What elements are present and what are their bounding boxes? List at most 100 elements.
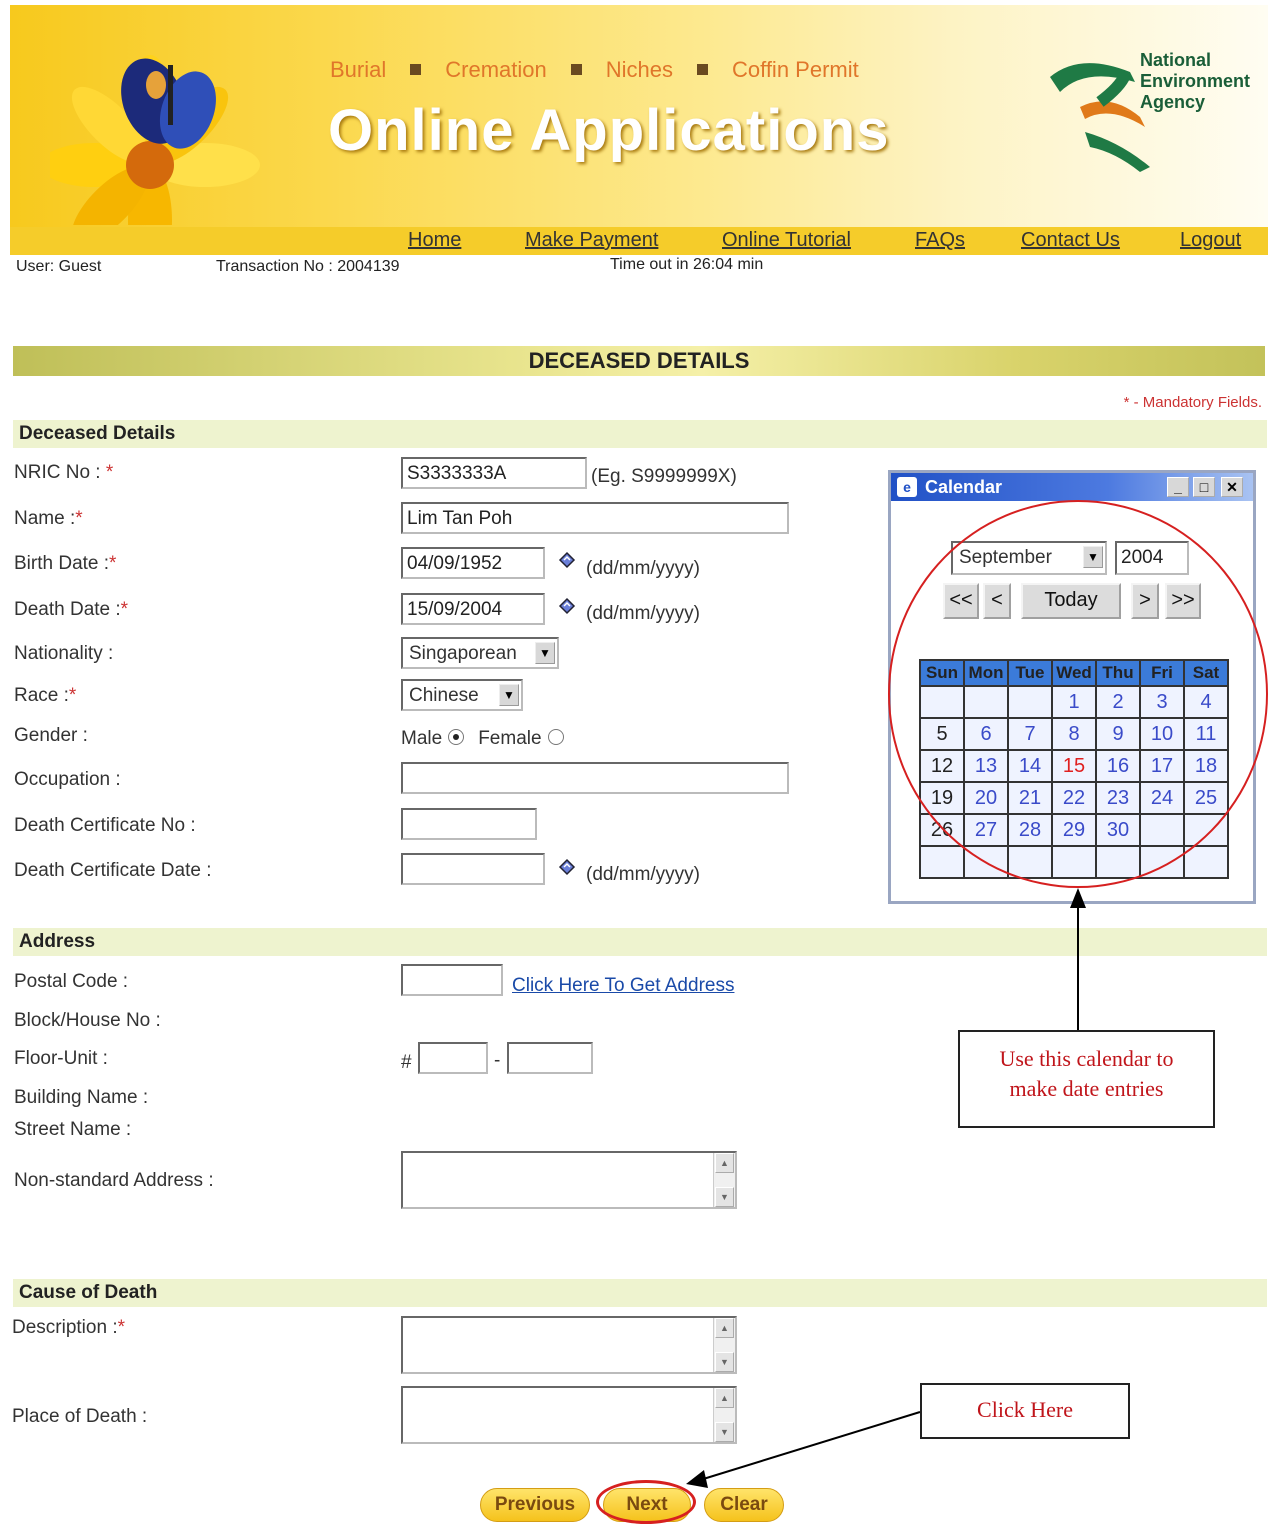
scroll-up-icon[interactable]: ▲ (715, 1388, 734, 1408)
birth-date-input[interactable]: 04/09/1952 (401, 547, 545, 579)
gender-male-radio[interactable] (448, 728, 465, 745)
main-nav: Home Make Payment Online Tutorial FAQs C… (10, 227, 1268, 255)
birth-date-label: Birth Date :* (14, 553, 117, 574)
non-standard-address-textarea[interactable]: ▲ ▼ (401, 1151, 737, 1209)
user-status: User: Guest (16, 258, 102, 275)
page-title: DECEASED DETAILS (13, 346, 1265, 376)
name-input[interactable]: Lim Tan Poh (401, 502, 789, 534)
header-banner: Burial Cremation Niches Coffin Permit Onlin… (10, 5, 1268, 227)
calendar-title: Calendar (925, 477, 1003, 497)
hash-symbol: # (401, 1052, 412, 1073)
death-certificate-no-input[interactable] (401, 808, 537, 840)
bullet-separator (696, 64, 708, 76)
description-textarea[interactable]: ▲ ▼ (401, 1316, 737, 1374)
chevron-down-icon: ▼ (535, 642, 555, 664)
close-icon[interactable]: ✕ (1221, 477, 1243, 497)
calendar-picker-icon[interactable] (556, 857, 578, 879)
previous-button[interactable]: Previous (480, 1488, 590, 1522)
nav-home[interactable]: Home (408, 229, 461, 252)
race-label: Race :* (14, 685, 77, 706)
bullet-separator (570, 64, 582, 76)
click-here-callout: Click Here (920, 1383, 1130, 1439)
nav-faqs[interactable]: FAQs (915, 229, 965, 252)
death-certificate-date-input[interactable] (401, 853, 545, 885)
nationality-select[interactable]: Singaporean ▼ (401, 637, 559, 669)
scroll-down-icon[interactable]: ▼ (715, 1352, 734, 1372)
occupation-label: Occupation : (14, 769, 121, 790)
bullet-separator (410, 64, 422, 76)
occupation-input[interactable] (401, 762, 789, 794)
transaction-number: Transaction No : 2004139 (216, 258, 400, 275)
maximize-icon[interactable]: □ (1193, 477, 1215, 497)
dash-symbol: - (494, 1050, 501, 1071)
name-label: Name :* (14, 508, 83, 529)
block-house-label: Block/House No : (14, 1010, 161, 1031)
gender-female-radio[interactable] (547, 728, 564, 745)
get-address-link[interactable]: Click Here To Get Address (512, 975, 734, 997)
gender-label: Gender : (14, 725, 88, 746)
street-name-label: Street Name : (14, 1119, 132, 1140)
mandatory-note: * - Mandatory Fields. (1123, 394, 1262, 411)
scroll-up-icon[interactable]: ▲ (715, 1153, 734, 1173)
agency-name: National Environment Agency (1140, 50, 1251, 112)
topic-burial: Burial (330, 57, 387, 82)
gender-female-label: Female (478, 728, 542, 749)
topic-niches: Niches (605, 57, 673, 82)
nric-label: NRIC No : * (14, 462, 114, 483)
date-format-hint: (dd/mm/yyyy) (586, 603, 700, 624)
nav-online-tutorial[interactable]: Online Tutorial (722, 229, 851, 252)
scrollbar[interactable]: ▲ ▼ (713, 1388, 735, 1442)
postal-code-input[interactable] (401, 964, 503, 996)
butterfly-flower-image (50, 55, 260, 225)
postal-code-label: Postal Code : (14, 971, 129, 992)
site-title: Online Applications (328, 98, 890, 163)
scroll-down-icon[interactable]: ▼ (715, 1422, 734, 1442)
non-standard-address-label: Non-standard Address : (14, 1170, 214, 1191)
nav-logout[interactable]: Logout (1180, 229, 1241, 252)
section-address: Address (13, 928, 1267, 956)
topic-cremation: Cremation (445, 57, 547, 82)
section-deceased-details: Deceased Details (13, 420, 1267, 448)
unit-input[interactable] (507, 1042, 593, 1074)
ie-icon: e (897, 477, 917, 497)
death-certificate-no-label: Death Certificate No : (14, 815, 196, 836)
building-name-label: Building Name : (14, 1087, 149, 1108)
nric-example: (Eg. S9999999X) (591, 466, 737, 487)
calendar-picker-icon[interactable] (556, 550, 578, 572)
day-cell[interactable] (919, 845, 965, 879)
minimize-icon[interactable]: _ (1167, 477, 1189, 497)
death-date-label: Death Date :* (14, 599, 129, 620)
gender-radio-group: Male Female (401, 728, 578, 750)
calendar-highlight-ellipse (888, 500, 1268, 888)
section-cause-of-death: Cause of Death (13, 1279, 1267, 1307)
calendar-picker-icon[interactable] (556, 596, 578, 618)
calendar-instruction-callout: Use this calendar to make date entries (958, 1030, 1215, 1128)
floor-input[interactable] (418, 1042, 488, 1074)
place-of-death-label: Place of Death : (12, 1406, 148, 1427)
day-cell[interactable] (1183, 845, 1229, 879)
scroll-up-icon[interactable]: ▲ (715, 1318, 734, 1338)
clear-button[interactable]: Clear (704, 1488, 784, 1522)
next-highlight-ellipse (596, 1480, 696, 1524)
place-of-death-textarea[interactable]: ▲ ▼ (401, 1386, 737, 1444)
calendar-titlebar: e Calendar _ □ ✕ (891, 473, 1253, 501)
nric-input[interactable]: S3333333A (401, 457, 587, 489)
service-topics: Burial Cremation Niches Coffin Permit (330, 57, 859, 83)
date-format-hint: (dd/mm/yyyy) (586, 558, 700, 579)
session-timeout: Time out in 26:04 min (610, 256, 764, 273)
scrollbar[interactable]: ▲ ▼ (713, 1318, 735, 1372)
date-format-hint: (dd/mm/yyyy) (586, 864, 700, 885)
race-select[interactable]: Chinese ▼ (401, 679, 523, 711)
nav-contact-us[interactable]: Contact Us (1021, 229, 1120, 252)
topic-coffin-permit: Coffin Permit (731, 57, 859, 82)
death-certificate-date-label: Death Certificate Date : (14, 860, 212, 881)
gender-male-label: Male (401, 728, 443, 749)
nav-make-payment[interactable]: Make Payment (525, 229, 658, 252)
nationality-label: Nationality : (14, 643, 114, 664)
chevron-down-icon: ▼ (499, 684, 519, 706)
scrollbar[interactable]: ▲ ▼ (713, 1153, 735, 1207)
death-date-input[interactable]: 15/09/2004 (401, 593, 545, 625)
scroll-down-icon[interactable]: ▼ (715, 1187, 734, 1207)
description-label: Description :* (12, 1317, 126, 1338)
floor-unit-label: Floor-Unit : (14, 1048, 108, 1069)
